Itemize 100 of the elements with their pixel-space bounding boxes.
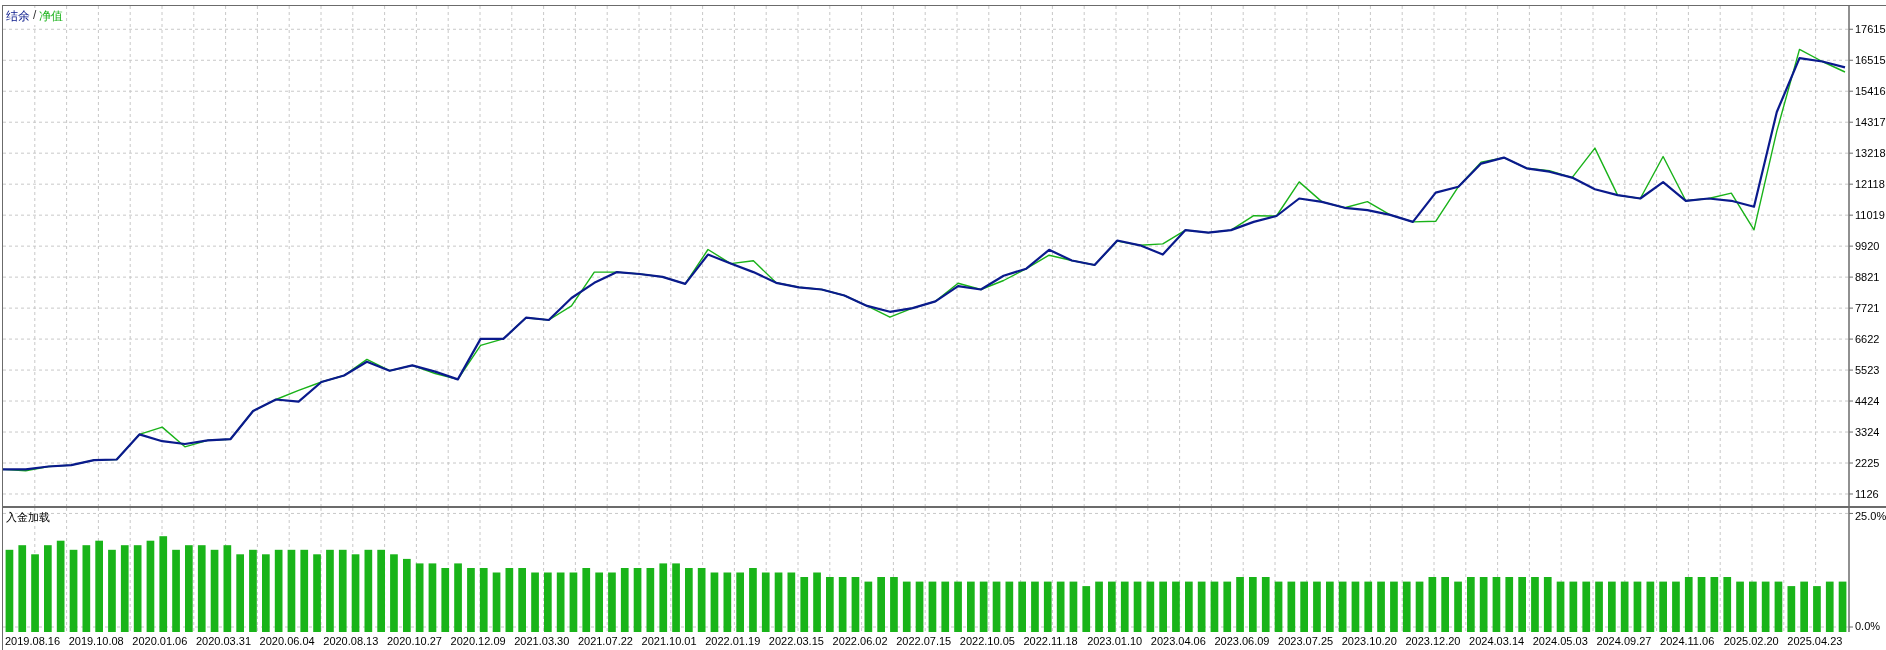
- bar: [710, 572, 719, 632]
- bar: [1351, 581, 1360, 632]
- legend-label: 结余: [6, 8, 30, 25]
- bar: [1159, 581, 1167, 632]
- bar: [505, 568, 514, 632]
- bar: [736, 572, 744, 632]
- date-label: 2023.04.06: [1149, 635, 1207, 647]
- axis-label: 1126: [1855, 488, 1879, 500]
- date-label: 2019.10.08: [67, 635, 125, 647]
- bar: [1774, 581, 1783, 632]
- date-label: 2020.03.31: [194, 635, 252, 647]
- bar: [697, 568, 706, 632]
- bar: [813, 572, 821, 632]
- bar: [633, 568, 642, 632]
- bar: [1813, 586, 1821, 632]
- bar: [1390, 581, 1398, 632]
- bar: [608, 572, 616, 632]
- bar: [800, 577, 809, 632]
- bar: [1531, 577, 1539, 632]
- bar: [1825, 581, 1834, 632]
- bar: [1223, 581, 1232, 632]
- bar: [1684, 577, 1693, 632]
- bar: [1197, 581, 1206, 632]
- bar: [1236, 577, 1244, 632]
- bar: [890, 577, 898, 632]
- bar: [1543, 577, 1552, 632]
- bar: [1723, 577, 1732, 632]
- date-label: 2021.07.22: [576, 635, 634, 647]
- bar: [646, 568, 655, 632]
- bar: [415, 563, 424, 632]
- axis-label: 2225: [1855, 457, 1880, 469]
- bar: [620, 568, 629, 632]
- bar: [1146, 581, 1155, 632]
- bar: [902, 581, 911, 632]
- bar: [774, 572, 783, 632]
- date-label: 2023.12.20: [1404, 635, 1462, 647]
- date-label: 2022.10.05: [958, 635, 1016, 647]
- axis-label: 13218: [1855, 147, 1886, 160]
- bar: [1018, 581, 1026, 632]
- bar: [1569, 581, 1578, 632]
- bar: [518, 568, 526, 632]
- bar: [941, 581, 950, 632]
- axis-label: 17615: [1855, 23, 1886, 36]
- bar: [1287, 581, 1296, 632]
- bar: [467, 568, 475, 632]
- bar: [595, 572, 603, 632]
- date-label: 2022.11.18: [1022, 635, 1079, 647]
- bar: [1710, 577, 1719, 632]
- bar: [582, 568, 591, 632]
- date-label: 2024.09.27: [1595, 635, 1653, 647]
- bar: [1043, 581, 1052, 632]
- axis-label: 4424: [1855, 395, 1880, 408]
- bar: [1659, 581, 1667, 632]
- bar: [1274, 581, 1283, 632]
- bar: [1415, 581, 1424, 632]
- bar: [954, 581, 962, 632]
- bar: [787, 572, 796, 632]
- axis-label: 25.0%: [1855, 510, 1886, 522]
- bar: [1056, 581, 1065, 632]
- date-label: 2020.01.06: [131, 635, 189, 647]
- date-label: 2023.10.20: [1340, 635, 1398, 647]
- bar: [659, 563, 668, 632]
- bar: [556, 572, 565, 632]
- date-label: 2023.06.09: [1213, 635, 1271, 647]
- date-label: 2022.01.19: [704, 635, 762, 647]
- date-label: 2024.11.06: [1659, 635, 1716, 647]
- date-label: 2024.03.14: [1468, 635, 1526, 647]
- bar: [1120, 581, 1129, 632]
- bar: [1787, 586, 1796, 632]
- legend-separator: /: [33, 8, 37, 24]
- bar: [1595, 581, 1603, 632]
- bar: [864, 581, 873, 632]
- bar: [851, 577, 860, 632]
- bar: [1364, 581, 1373, 632]
- bar: [1326, 581, 1334, 632]
- bar: [1031, 581, 1039, 632]
- bar: [1800, 581, 1808, 632]
- bar: [1249, 577, 1257, 632]
- bar: [979, 581, 988, 632]
- axis-label: 6622: [1855, 333, 1880, 346]
- bar: [1172, 581, 1180, 632]
- date-label: 2021.03.30: [513, 635, 571, 647]
- bar: [1582, 581, 1591, 632]
- bar: [1454, 581, 1462, 632]
- bar: [749, 568, 757, 632]
- axis-label: 8821: [1855, 271, 1880, 284]
- bar: [1838, 581, 1847, 632]
- axis-label: 15416: [1855, 85, 1886, 98]
- bar: [1556, 581, 1565, 632]
- bar: [1492, 577, 1501, 632]
- axis-label: 9920: [1855, 240, 1880, 253]
- date-label: 2025.04.23: [1786, 635, 1844, 647]
- bar: [915, 581, 924, 632]
- bar: [1402, 581, 1411, 632]
- bar: [428, 563, 437, 632]
- date-label: 2019.08.16: [4, 635, 62, 647]
- axis-label: 7721: [1855, 302, 1880, 315]
- axis-label: 16515: [1855, 54, 1886, 67]
- bar: [1697, 577, 1706, 632]
- bar: [1108, 581, 1116, 632]
